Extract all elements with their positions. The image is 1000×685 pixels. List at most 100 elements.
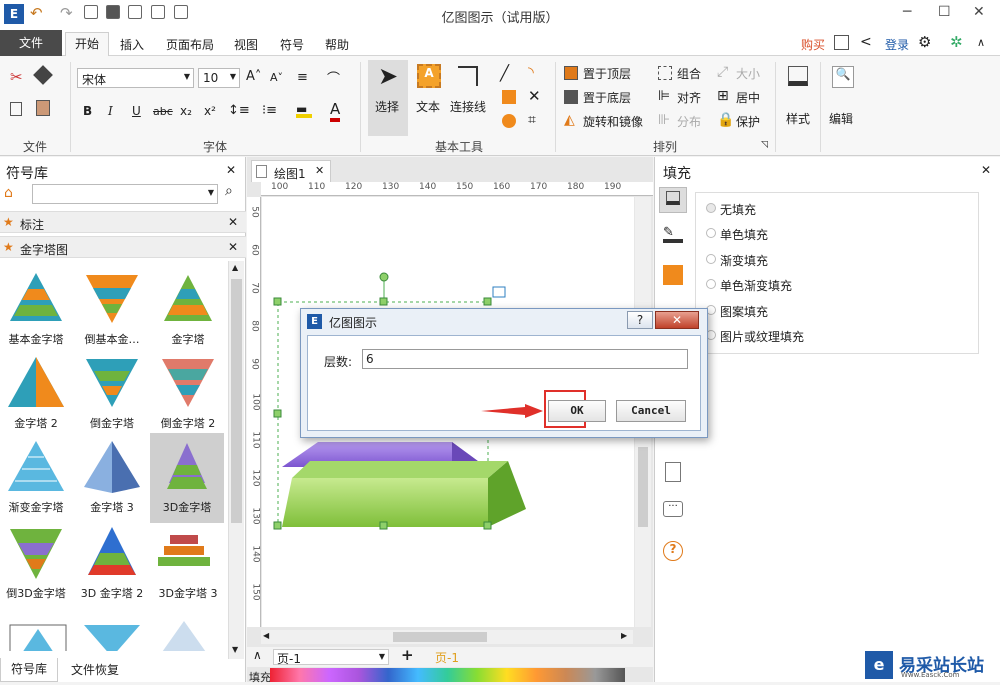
- close-window-button[interactable]: ✕: [973, 4, 985, 20]
- send-back-icon[interactable]: [564, 90, 578, 104]
- close-panel-button[interactable]: ✕: [226, 163, 236, 177]
- page-select[interactable]: 页-1 ▼: [273, 649, 389, 666]
- tab-help[interactable]: 帮助: [325, 36, 349, 53]
- fill-option-picture[interactable]: 图片或纹理填充: [720, 328, 804, 345]
- library-scrollbar[interactable]: ▲ ▼: [228, 261, 244, 659]
- library-search-input[interactable]: ▼: [32, 184, 218, 204]
- dialog-launcher-icon[interactable]: ◹: [761, 140, 768, 150]
- library-section-marked[interactable]: ★ 标注 ✕: [0, 211, 246, 233]
- tab-view[interactable]: 视图: [234, 36, 258, 53]
- cancel-button[interactable]: Cancel: [616, 400, 686, 422]
- italic-button[interactable]: I: [108, 104, 113, 118]
- group-icon[interactable]: [658, 66, 672, 80]
- shape-item[interactable]: 金字塔 2: [0, 353, 72, 437]
- shape-item-selected[interactable]: 3D金字塔: [150, 433, 224, 523]
- bold-button[interactable]: B: [83, 104, 92, 118]
- file-menu[interactable]: 文件: [0, 30, 62, 56]
- bullet-list-icon[interactable]: ⁝≡: [262, 103, 277, 118]
- scroll-down-arrow-icon[interactable]: ▼: [232, 645, 238, 654]
- rotate-handle[interactable]: [379, 272, 389, 282]
- size-icon[interactable]: ⤢: [717, 64, 728, 80]
- horizontal-scrollbar[interactable]: ◀ ▶: [261, 630, 633, 644]
- select-tool-button[interactable]: ➤ 选择: [368, 60, 408, 136]
- crop-tool-icon[interactable]: ⌗: [528, 112, 536, 128]
- shape-item[interactable]: 倒金字塔: [76, 353, 148, 437]
- chevron-up-icon[interactable]: ∧: [253, 648, 262, 662]
- page-icon[interactable]: [665, 462, 681, 482]
- scroll-thumb[interactable]: [231, 279, 242, 523]
- font-size-select[interactable]: 10 ▼: [198, 68, 240, 88]
- close-icon[interactable]: ✕: [228, 240, 238, 254]
- shape-item[interactable]: 倒基本金…: [76, 269, 148, 353]
- center-icon[interactable]: ⊞: [717, 88, 729, 104]
- tab-symbol-library[interactable]: 符号库: [0, 658, 58, 682]
- fill-option-none[interactable]: 无填充: [720, 201, 756, 218]
- shape-item[interactable]: 金字塔 3: [76, 437, 148, 521]
- gallery-icon[interactable]: [834, 35, 849, 50]
- layer-count-input[interactable]: 6: [362, 349, 688, 369]
- rectangle-tool-icon[interactable]: [502, 90, 516, 104]
- bring-front-icon[interactable]: [564, 66, 578, 80]
- bring-front-button[interactable]: 置于顶层: [583, 65, 631, 82]
- shape-item[interactable]: 倒3D金字塔: [0, 523, 72, 607]
- protect-button[interactable]: 保护: [736, 113, 760, 130]
- text-align-icon[interactable]: ≡: [297, 70, 308, 85]
- document-tab[interactable]: 绘图1 ✕: [251, 160, 331, 182]
- copy-icon[interactable]: [10, 102, 22, 116]
- collapse-ribbon-icon[interactable]: ∧: [977, 36, 985, 49]
- add-page-button[interactable]: +: [401, 646, 414, 664]
- distribute-icon[interactable]: ⊪: [658, 112, 670, 128]
- group-button[interactable]: 组合: [677, 65, 701, 82]
- page-tab[interactable]: 页-1: [435, 649, 459, 666]
- edit-button[interactable]: 🔍 编辑: [826, 60, 860, 140]
- shape-item[interactable]: 金字塔: [152, 269, 224, 353]
- underline-button[interactable]: U: [132, 104, 141, 118]
- line-spacing-icon[interactable]: ↕≡: [228, 103, 250, 118]
- fill-option-radio[interactable]: [706, 203, 716, 213]
- login-link[interactable]: 登录: [885, 36, 909, 53]
- connector-tool-button[interactable]: 连接线: [448, 60, 492, 136]
- fill-option-single-gradient[interactable]: 单色渐变填充: [720, 277, 792, 294]
- text-tool-button[interactable]: A 文本: [412, 60, 448, 136]
- tab-page-layout[interactable]: 页面布局: [166, 36, 214, 53]
- rotate-mirror-button[interactable]: 旋转和镜像: [583, 113, 643, 130]
- dialog-help-button[interactable]: ?: [627, 311, 653, 329]
- cut-icon[interactable]: ✂: [10, 68, 23, 86]
- shadow-color-icon[interactable]: [663, 265, 683, 285]
- font-name-select[interactable]: 宋体 ▼: [77, 68, 194, 88]
- shape-item[interactable]: 基本金字塔: [0, 269, 72, 353]
- format-painter-icon[interactable]: [33, 65, 53, 85]
- fill-option-gradient[interactable]: 渐变填充: [720, 252, 768, 269]
- settings-gear-icon[interactable]: ⚙: [918, 33, 931, 51]
- scroll-left-arrow-icon[interactable]: ◀: [263, 631, 269, 640]
- fill-option-radio[interactable]: [706, 228, 716, 238]
- tab-insert[interactable]: 插入: [120, 36, 144, 53]
- line-style-icon[interactable]: ✎: [663, 225, 683, 243]
- share-icon[interactable]: <: [860, 34, 872, 50]
- shape-item[interactable]: 3D 金字塔 2: [76, 523, 148, 607]
- dialog-close-button[interactable]: ✕: [655, 311, 699, 329]
- tab-file-recovery[interactable]: 文件恢复: [60, 660, 130, 680]
- scroll-right-arrow-icon[interactable]: ▶: [621, 631, 627, 640]
- style-button[interactable]: 样式: [782, 60, 816, 140]
- theme-icon[interactable]: ✲: [950, 33, 963, 51]
- line-tool-icon[interactable]: ╱: [500, 64, 509, 82]
- strikethrough-button[interactable]: abc: [153, 105, 173, 118]
- paste-icon[interactable]: [36, 100, 50, 116]
- lock-icon[interactable]: 🔒: [717, 112, 734, 128]
- scroll-thumb[interactable]: [393, 632, 487, 642]
- text-direction-icon[interactable]: ⌒: [327, 68, 340, 87]
- buy-link[interactable]: 购买: [801, 36, 825, 53]
- fill-tool-icon[interactable]: [659, 187, 687, 213]
- align-icon[interactable]: ⊫: [658, 88, 670, 104]
- fill-option-radio[interactable]: [706, 279, 716, 289]
- highlight-color-icon[interactable]: ▬: [296, 102, 312, 118]
- rotate-mirror-icon[interactable]: ◭: [564, 112, 575, 128]
- align-button[interactable]: 对齐: [677, 89, 701, 106]
- ellipse-tool-icon[interactable]: [502, 114, 516, 128]
- comment-icon[interactable]: ···: [663, 501, 683, 517]
- tab-home[interactable]: 开始: [65, 32, 109, 57]
- scroll-up-arrow-icon[interactable]: ▲: [232, 263, 238, 272]
- grow-font-icon[interactable]: A˄: [246, 69, 261, 84]
- subscript-button[interactable]: x₂: [180, 104, 192, 118]
